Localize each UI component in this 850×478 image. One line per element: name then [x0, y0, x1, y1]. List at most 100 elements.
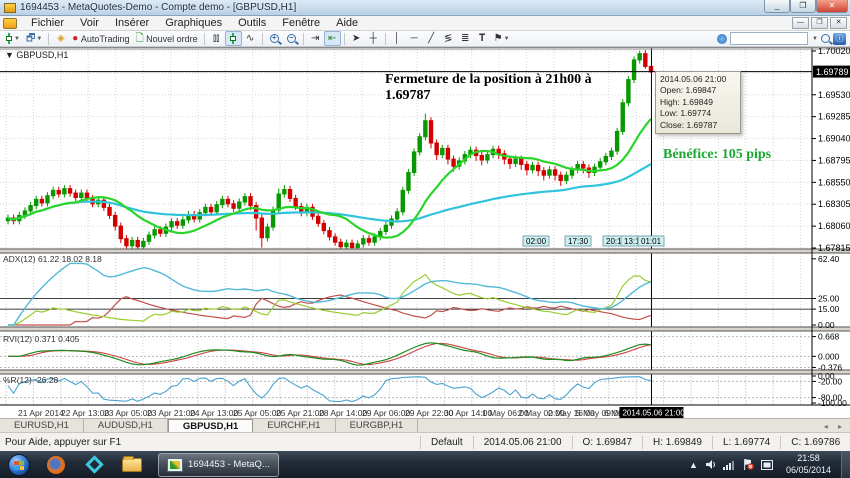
pane-splitter[interactable]	[0, 327, 850, 331]
community-button[interactable]: ⓘ	[833, 32, 846, 45]
profiles-button[interactable]: 🗗 ▼	[23, 31, 45, 46]
indicator-line	[8, 342, 652, 366]
status-cell-0: Default	[420, 435, 473, 449]
bar-chart-icon: ⫾⫾	[212, 32, 220, 44]
taskbar-clock[interactable]: 21:58 06/05/2014	[780, 453, 837, 476]
arrows-button[interactable]: ⚑ ▼	[491, 31, 513, 46]
svg-text:-20.00: -20.00	[818, 376, 842, 386]
chart-shift-icon: ⇤	[327, 32, 337, 44]
chart-tabs-bar: EURUSD,H1 AUDUSD,H1 GBPUSD,H1 EURCHF,H1 EURG…	[0, 418, 850, 432]
autotrading-button[interactable]: ● AutoTrading	[69, 31, 132, 46]
line-chart-button[interactable]: ∿	[242, 31, 259, 46]
vertical-line-button[interactable]: │	[389, 31, 406, 46]
cursor-icon: ➤	[351, 32, 361, 44]
chart-tab-eurusd[interactable]: EURUSD,H1	[0, 419, 84, 432]
mdi-restore-button[interactable]: ❐	[811, 17, 828, 29]
tooltip-open: Open: 1.69847	[660, 85, 717, 96]
svg-text:22 Apr 13:00: 22 Apr 13:00	[61, 408, 109, 418]
chart-tab-eurchf[interactable]: EURCHF,H1	[253, 419, 336, 432]
price-axis: 1.70020 1.69530 1.69285 1.69040 1.68795 1.685…	[812, 48, 850, 253]
trendline-button[interactable]: ╱	[423, 31, 440, 46]
language-icon[interactable]	[760, 459, 773, 470]
profiles-icon: 🗗	[25, 32, 36, 44]
zoom-in-button[interactable]: +	[266, 31, 283, 46]
svg-text:17:30: 17:30	[568, 237, 589, 246]
diamond-app-taskbar-icon[interactable]	[82, 454, 106, 476]
menu-outils[interactable]: Outils	[230, 16, 274, 30]
cursor-button[interactable]: ➤	[348, 31, 365, 46]
taskbar-app-label: 1694453 - MetaQ...	[188, 459, 270, 470]
menu-fichier[interactable]: Fichier	[23, 16, 72, 30]
metatrader-taskbar-button[interactable]: 1694453 - MetaQ...	[158, 452, 279, 477]
metaeditor-icon: ◈	[56, 32, 65, 44]
menu-graphiques[interactable]: Graphiques	[157, 16, 230, 30]
auto-scroll-button[interactable]: ⇥	[307, 31, 324, 46]
search-input[interactable]	[730, 32, 809, 45]
rvi-indicator-label: RVI(12) 0.371 0.405	[3, 334, 80, 344]
line-chart-icon: ∿	[245, 32, 255, 44]
svg-text:2014.05.06 21:00: 2014.05.06 21:00	[622, 409, 685, 418]
maximize-button[interactable]: ❐	[790, 0, 816, 13]
hidden-icons-chevron[interactable]: ▲	[689, 460, 698, 470]
action-center-flag-icon[interactable]	[742, 459, 754, 470]
metaeditor-button[interactable]: ◈	[52, 31, 69, 46]
tooltip-low: Low: 1.69774	[660, 108, 712, 119]
toolbar: ▼ 🗗 ▼ ◈ ● AutoTrading 🗋 Nouvel ordre ⫾⫾ ∿…	[0, 31, 850, 47]
horizontal-line-icon: ─	[410, 32, 418, 44]
zoom-out-button[interactable]: −	[283, 31, 300, 46]
candlestick-chart-button[interactable]	[224, 31, 242, 46]
tab-scroll-arrows[interactable]: ◂ ▸	[824, 422, 846, 431]
firefox-taskbar-icon[interactable]	[44, 454, 68, 476]
close-button[interactable]: ✕	[816, 0, 848, 13]
metatrader-taskbar-icon	[167, 457, 183, 472]
chart-area[interactable]: 1.70020 1.69530 1.69285 1.69040 1.68795 1.685…	[0, 47, 850, 418]
new-order-icon: 🗋	[135, 32, 144, 44]
menu-aide[interactable]: Aide	[328, 16, 366, 30]
menu-insérer[interactable]: Insérer	[107, 16, 157, 30]
pane-splitter[interactable]	[0, 370, 850, 374]
explorer-taskbar-icon[interactable]	[120, 454, 144, 476]
new-order-button[interactable]: 🗋 Nouvel ordre	[133, 31, 201, 46]
chart-shift-button[interactable]: ⇤	[323, 31, 341, 46]
bar-chart-button[interactable]: ⫾⫾	[208, 31, 225, 46]
status-help-text: Pour Aide, appuyer sur F1	[5, 436, 122, 448]
tooltip-high: High: 1.69849	[660, 96, 713, 107]
svg-text:0.668: 0.668	[818, 332, 840, 342]
chart-tab-audusd[interactable]: AUDUSD,H1	[83, 419, 168, 432]
trendline-icon: ╱	[428, 32, 435, 44]
chart-tab-gbpusd[interactable]: GBPUSD,H1	[167, 419, 254, 432]
fibonacci-icon: ≶	[443, 32, 453, 44]
minimize-button[interactable]: _	[764, 0, 790, 13]
new-order-label: Nouvel ordre	[146, 33, 198, 44]
search-icon[interactable]	[821, 34, 830, 43]
mdi-minimize-button[interactable]: —	[792, 17, 809, 29]
menu-voir[interactable]: Voir	[72, 16, 107, 30]
network-icon[interactable]	[722, 460, 735, 470]
pane-splitter[interactable]	[0, 249, 850, 253]
indicator-line	[8, 294, 652, 326]
search-dropdown-icon[interactable]: ▼	[812, 36, 818, 42]
menu-fenêtre[interactable]: Fenêtre	[274, 16, 328, 30]
search-settings-icon[interactable]	[717, 33, 728, 44]
start-button[interactable]	[8, 453, 30, 476]
new-chart-icon	[5, 33, 13, 44]
svg-text:21 Apr 2014: 21 Apr 2014	[18, 408, 64, 418]
channel-button[interactable]: ≣	[457, 31, 474, 46]
text-label-button[interactable]: 𝐓	[474, 31, 491, 46]
new-chart-button[interactable]: ▼	[2, 31, 23, 46]
fibonacci-button[interactable]: ≶	[440, 31, 457, 46]
title-bar[interactable]: 1694453 - MetaQuotes-Demo - Compte demo …	[0, 0, 850, 16]
chart-tab-eurgbp[interactable]: EURGBP,H1	[335, 419, 419, 432]
volume-icon[interactable]	[705, 459, 716, 470]
arrows-icon: ⚑	[493, 32, 503, 44]
svg-text:1.69285: 1.69285	[818, 112, 850, 122]
crosshair-button[interactable]: ┼	[365, 31, 382, 46]
svg-text:1.68305: 1.68305	[818, 199, 850, 209]
clock-time: 21:58	[797, 453, 820, 464]
svg-text:1.68795: 1.68795	[818, 155, 850, 165]
system-tray: ▲ 21:58 06/05/2014	[689, 453, 841, 476]
zoom-out-icon: −	[286, 34, 296, 43]
horizontal-line-button[interactable]: ─	[406, 31, 423, 46]
show-desktop-button[interactable]	[841, 451, 850, 478]
mdi-close-button[interactable]: ✕	[830, 17, 847, 29]
